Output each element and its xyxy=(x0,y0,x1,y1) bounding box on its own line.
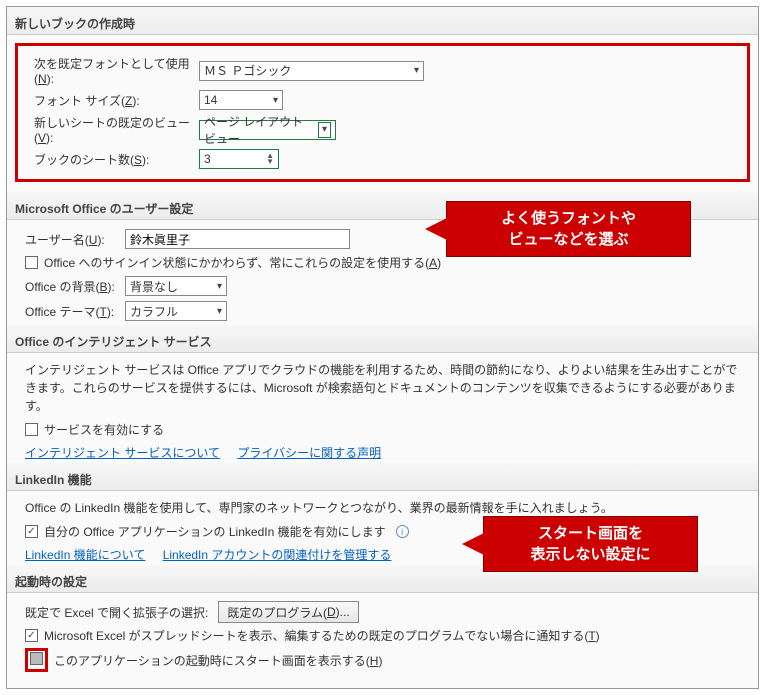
chevron-down-icon: ▾ xyxy=(217,306,222,317)
show-start-label: このアプリケーションの起動時にスタート画面を表示する(H) xyxy=(54,652,382,669)
intelligent-about-link[interactable]: インテリジェント サービスについて xyxy=(25,446,220,460)
stepper-arrows-icon[interactable]: ▲▼ xyxy=(266,153,274,165)
show-start-checkbox[interactable] xyxy=(30,652,43,665)
office-bg-label: Office の背景(B): xyxy=(25,278,125,295)
linkedin-about-link[interactable]: LinkedIn 機能について xyxy=(25,548,145,562)
callout-arrow-icon xyxy=(462,533,484,555)
always-use-checkbox[interactable] xyxy=(25,256,38,269)
chevron-down-icon: ▾ xyxy=(217,281,222,292)
default-font-label: 次を既定フォントとして使用(N): xyxy=(34,55,199,86)
section-linkedin: LinkedIn 機能 xyxy=(7,463,758,491)
sheet-count-label: ブックのシート数(S): xyxy=(34,151,199,168)
ext-label: 既定で Excel で開く拡張子の選択: xyxy=(25,604,208,621)
section-intelligent: Office のインテリジェント サービス xyxy=(7,325,758,353)
section-newbook: 新しいブックの作成時 xyxy=(7,7,758,35)
office-bg-select[interactable]: 背景なし▾ xyxy=(125,276,227,296)
info-icon[interactable]: i xyxy=(396,525,409,538)
notify-default-checkbox[interactable] xyxy=(25,629,38,642)
default-view-label: 新しいシートの既定のビュー(V): xyxy=(34,114,199,145)
office-theme-label: Office テーマ(T): xyxy=(25,303,125,320)
intelligent-desc: インテリジェント サービスは Office アプリでクラウドの機能を利用するため… xyxy=(25,361,740,415)
always-use-label: Office へのサインイン状態にかかわらず、常にこれらの設定を使用する(A) xyxy=(44,254,441,271)
callout-arrow-icon xyxy=(425,218,447,240)
chevron-down-icon: ▾ xyxy=(414,65,419,76)
linkedin-enable-checkbox[interactable] xyxy=(25,525,38,538)
sheet-count-stepper[interactable]: 3 ▲▼ xyxy=(199,149,279,169)
start-screen-highlight xyxy=(25,648,48,672)
callout-start-screen: スタート画面を 表示しない設定に xyxy=(483,516,698,572)
intelligent-enable-label: サービスを有効にする xyxy=(44,421,164,438)
callout-font-view: よく使うフォントや ビューなどを選ぶ xyxy=(446,201,691,257)
default-programs-button[interactable]: 既定のプログラム(D)... xyxy=(218,601,358,623)
privacy-link[interactable]: プライバシーに関する声明 xyxy=(237,446,381,460)
chevron-down-icon: ▾ xyxy=(273,95,278,106)
chevron-down-icon: ▾ xyxy=(318,122,331,138)
intelligent-enable-checkbox[interactable] xyxy=(25,423,38,436)
font-size-label: フォント サイズ(Z): xyxy=(34,92,199,109)
linkedin-manage-link[interactable]: LinkedIn アカウントの関連付けを管理する xyxy=(163,548,392,562)
username-label: ユーザー名(U): xyxy=(25,231,125,248)
font-size-select[interactable]: 14 ▾ xyxy=(199,90,283,110)
linkedin-enable-label: 自分の Office アプリケーションの LinkedIn 機能を有効にします xyxy=(44,523,386,540)
username-input[interactable] xyxy=(125,229,350,249)
newbook-highlight-box: 次を既定フォントとして使用(N): ＭＳ Ｐゴシック ▾ フォント サイズ(Z)… xyxy=(15,43,750,182)
notify-default-label: Microsoft Excel がスプレッドシートを表示、編集するための既定のプ… xyxy=(44,627,600,644)
linkedin-desc: Office の LinkedIn 機能を使用して、専門家のネットワークとつなが… xyxy=(25,499,740,517)
default-font-select[interactable]: ＭＳ Ｐゴシック ▾ xyxy=(199,61,424,81)
office-theme-select[interactable]: カラフル▾ xyxy=(125,301,227,321)
default-view-select[interactable]: ページ レイアウト ビュー ▾ xyxy=(199,120,336,140)
